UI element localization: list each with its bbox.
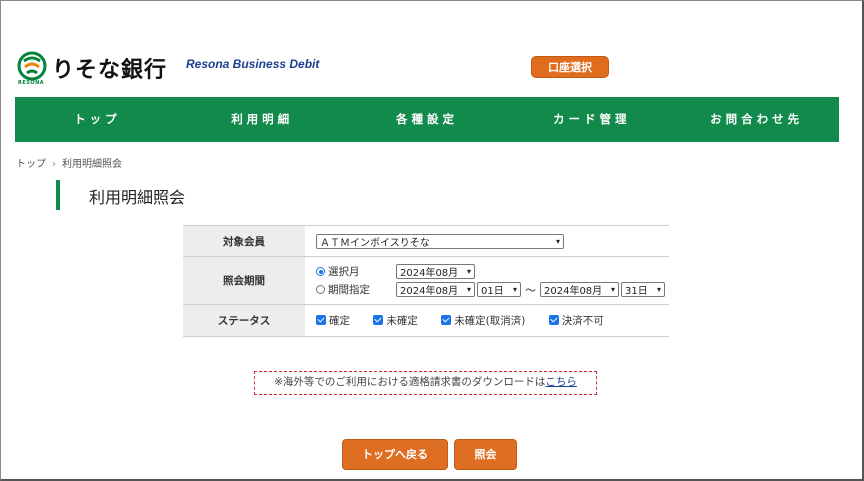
status-option-unconfirmed[interactable]: 未確定 [373,313,418,328]
period-cell: 選択月 2024年08月 ▾ 期間指定 2024年08月 ▾ 01日 ▾ ～ 2024… [305,256,669,305]
member-select-value: ＡＴＭインボイスりそな [320,237,430,249]
page-title: 利用明細照会 [89,188,186,207]
range-start-month-value: 2024年08月 [400,286,459,297]
range-end-month-value: 2024年08月 [544,286,603,297]
title-accent-bar [56,180,60,210]
status-option-label: 未確定(取消済) [454,314,526,327]
chevron-down-icon: ▾ [512,285,517,294]
bank-name: りそな銀行 [52,58,168,83]
month-select[interactable]: 2024年08月 ▾ [396,264,475,279]
chevron-down-icon: ▾ [656,285,661,294]
range-end-day-select[interactable]: 31日 ▾ [621,282,665,297]
member-cell: ＡＴＭインボイスりそな ▾ [305,225,669,257]
breadcrumb: トップ › 利用明細照会 [16,155,122,170]
status-option-confirmed[interactable]: 確定 [316,313,350,328]
nav-item-contact[interactable]: お問合わせ先 [674,97,839,142]
range-start-day-value: 01日 [481,286,504,297]
chevron-down-icon: ▾ [466,267,471,276]
month-radio[interactable] [316,267,325,276]
range-start-month-select[interactable]: 2024年08月 ▾ [396,282,475,297]
back-to-top-button[interactable]: トップへ戻る [342,439,448,470]
invoice-download-link[interactable]: こちら [545,376,577,388]
checkbox-checked-icon[interactable] [548,315,559,326]
status-option-label: 未確定 [386,314,418,327]
member-row: 対象会員 ＡＴＭインボイスりそな ▾ [183,225,669,257]
period-month-option[interactable]: 選択月 [316,264,396,279]
chevron-down-icon: ▾ [466,285,471,294]
chevron-down-icon: ▾ [610,285,615,294]
range-end-month-select[interactable]: 2024年08月 ▾ [540,282,619,297]
range-start-day-select[interactable]: 01日 ▾ [477,282,521,297]
period-month-line: 選択月 2024年08月 ▾ [316,263,669,281]
period-range-option[interactable]: 期間指定 [316,282,396,297]
status-option-label: 確定 [329,314,350,327]
checkbox-checked-icon[interactable] [441,315,452,326]
member-select[interactable]: ＡＴＭインボイスりそな ▾ [316,233,564,249]
checkbox-checked-icon[interactable] [316,315,326,326]
service-name: Resona Business Debit [186,57,320,71]
nav-item-top[interactable]: トップ [15,97,180,142]
status-option-cancelled[interactable]: 未確定(取消済) [441,313,525,328]
range-radio-label: 期間指定 [328,284,370,296]
breadcrumb-home[interactable]: トップ [16,159,46,170]
status-cell: 確定 未確定 未確定(取消済) 決済不可 [305,304,669,337]
range-tilde: ～ [525,283,536,297]
invoice-download-notice: ※海外等でのご利用における適格請求書のダウンロードはこちら [254,371,597,395]
month-radio-label: 選択月 [328,266,360,278]
member-label: 対象会員 [183,225,305,257]
period-label: 照会期間 [183,256,305,305]
checkbox-checked-icon[interactable] [373,315,384,326]
search-button[interactable]: 照会 [454,439,517,470]
main-nav: トップ 利用明細 各種設定 カード管理 お問合わせ先 [15,97,839,142]
status-option-label: 決済不可 [561,314,604,327]
logo-subtext: RESONA [18,80,45,86]
chevron-down-icon: ▾ [555,236,560,246]
status-label: ステータス [183,304,305,337]
period-row: 照会期間 選択月 2024年08月 ▾ 期間指定 2024年08月 ▾ 01日 ▾ ～… [183,256,669,305]
status-option-unsettled[interactable]: 決済不可 [548,313,604,328]
breadcrumb-separator: › [52,159,56,170]
status-row: ステータス 確定 未確定 未確定(取消済) 決済不可 [183,304,669,337]
nav-item-statements[interactable]: 利用明細 [180,97,345,142]
search-form-table: 対象会員 ＡＴＭインボイスりそな ▾ 照会期間 選択月 2024年08月 ▾ 期間指… [183,225,669,337]
notice-text: ※海外等でのご利用における適格請求書のダウンロードは [274,376,546,388]
period-range-line: 期間指定 2024年08月 ▾ 01日 ▾ ～ 2024年08月 ▾ 31日 ▾ [316,281,669,299]
nav-item-settings[interactable]: 各種設定 [345,97,510,142]
range-end-day-value: 31日 [625,286,648,297]
month-select-value: 2024年08月 [400,268,459,279]
nav-item-card-management[interactable]: カード管理 [509,97,674,142]
range-radio[interactable] [316,285,325,294]
breadcrumb-current: 利用明細照会 [62,159,122,170]
account-select-button[interactable]: 口座選択 [531,56,609,78]
